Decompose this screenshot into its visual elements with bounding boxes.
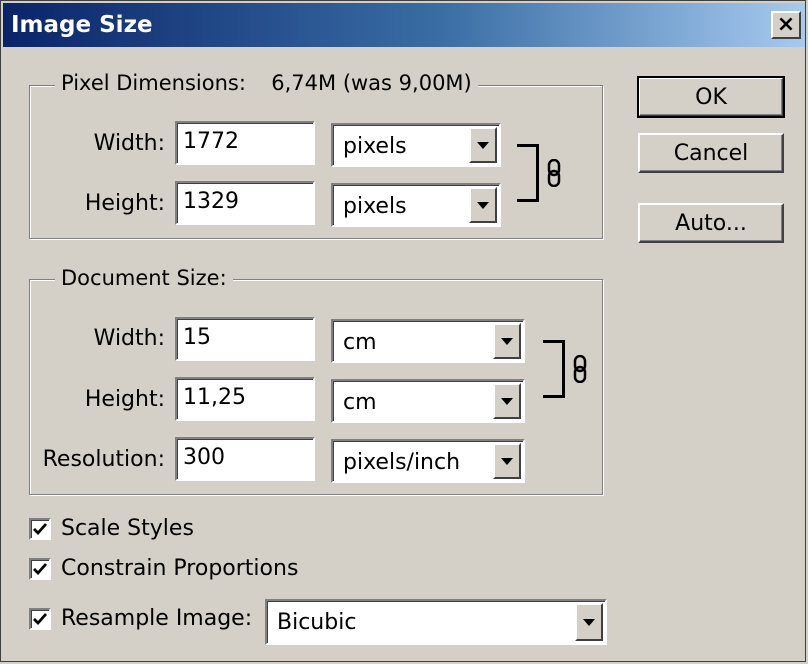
doc-width-unit-value: cm	[343, 330, 377, 355]
document-link-bracket	[543, 340, 565, 398]
cancel-button-label: Cancel	[673, 140, 749, 166]
pixel-height-unit-value: pixels	[343, 194, 407, 219]
ok-button[interactable]: OK	[637, 76, 785, 118]
doc-height-value: 11,25	[183, 385, 246, 410]
pixel-height-unit-dropdown-button[interactable]	[469, 187, 497, 223]
resolution-unit-dropdown-button[interactable]	[493, 443, 521, 479]
auto-button[interactable]: Auto...	[638, 203, 784, 243]
pixel-height-value: 1329	[183, 189, 239, 214]
doc-width-label: Width:	[93, 326, 165, 351]
close-button[interactable]: ×	[771, 11, 801, 39]
pixel-width-input[interactable]: 1772	[175, 121, 315, 165]
doc-width-value: 15	[183, 325, 211, 350]
close-icon: ×	[776, 12, 796, 37]
doc-width-unit-select[interactable]: cm	[331, 319, 525, 363]
scale-styles-label[interactable]: Scale Styles	[61, 516, 194, 541]
checkmark-icon	[33, 613, 48, 626]
chevron-down-icon	[477, 201, 489, 209]
chain-link-icon	[547, 159, 561, 187]
pixel-width-unit-value: pixels	[343, 134, 407, 159]
doc-height-unit-select[interactable]: cm	[331, 379, 525, 423]
constrain-proportions-checkbox[interactable]	[29, 558, 51, 580]
pixel-dimensions-size: 6,74M (was 9,00M)	[271, 71, 472, 95]
constrain-proportions-label[interactable]: Constrain Proportions	[61, 556, 298, 581]
checkmark-icon	[33, 523, 48, 536]
doc-height-unit-value: cm	[343, 390, 377, 415]
resolution-value: 300	[183, 445, 225, 470]
document-size-title: Document Size:	[61, 266, 227, 290]
doc-width-input[interactable]: 15	[175, 317, 315, 361]
doc-height-input[interactable]: 11,25	[175, 377, 315, 421]
resample-method-select[interactable]: Bicubic	[265, 599, 607, 645]
doc-width-unit-dropdown-button[interactable]	[493, 323, 521, 359]
resolution-input[interactable]: 300	[175, 437, 315, 481]
doc-height-unit-dropdown-button[interactable]	[493, 383, 521, 419]
pixel-width-value: 1772	[183, 129, 239, 154]
resolution-unit-select[interactable]: pixels/inch	[331, 439, 525, 483]
chevron-down-icon	[501, 397, 513, 405]
chain-link-icon	[573, 355, 587, 383]
resample-method-value: Bicubic	[277, 610, 357, 635]
resample-method-dropdown-button[interactable]	[575, 603, 603, 641]
resample-image-checkbox[interactable]	[29, 608, 51, 630]
title-bar[interactable]: Image Size ×	[3, 3, 805, 47]
resample-image-label[interactable]: Resample Image:	[61, 606, 252, 631]
checkmark-icon	[33, 563, 48, 576]
cancel-button[interactable]: Cancel	[638, 133, 784, 173]
resolution-label: Resolution:	[42, 447, 165, 472]
doc-height-label: Height:	[84, 387, 165, 412]
pixel-height-label: Height:	[84, 191, 165, 216]
chevron-down-icon	[583, 618, 595, 626]
pixel-width-unit-select[interactable]: pixels	[331, 123, 501, 167]
pixel-width-unit-dropdown-button[interactable]	[469, 127, 497, 163]
pixel-link-bracket	[517, 144, 539, 202]
image-size-dialog: Image Size × Pixel Dimensions: 6,74M (wa…	[0, 0, 806, 662]
resolution-unit-value: pixels/inch	[343, 450, 461, 475]
chevron-down-icon	[477, 141, 489, 149]
pixel-width-label: Width:	[93, 131, 165, 156]
chevron-down-icon	[501, 457, 513, 465]
pixel-height-input[interactable]: 1329	[175, 181, 315, 225]
pixel-dimensions-legend: Pixel Dimensions: 6,74M (was 9,00M)	[55, 71, 478, 95]
pixel-height-unit-select[interactable]: pixels	[331, 183, 501, 227]
chevron-down-icon	[501, 337, 513, 345]
scale-styles-checkbox[interactable]	[29, 518, 51, 540]
pixel-dimensions-title: Pixel Dimensions:	[61, 71, 246, 95]
document-size-legend: Document Size:	[55, 266, 233, 290]
auto-button-label: Auto...	[675, 210, 747, 236]
ok-button-label: OK	[695, 84, 727, 110]
dialog-title: Image Size	[11, 12, 153, 38]
